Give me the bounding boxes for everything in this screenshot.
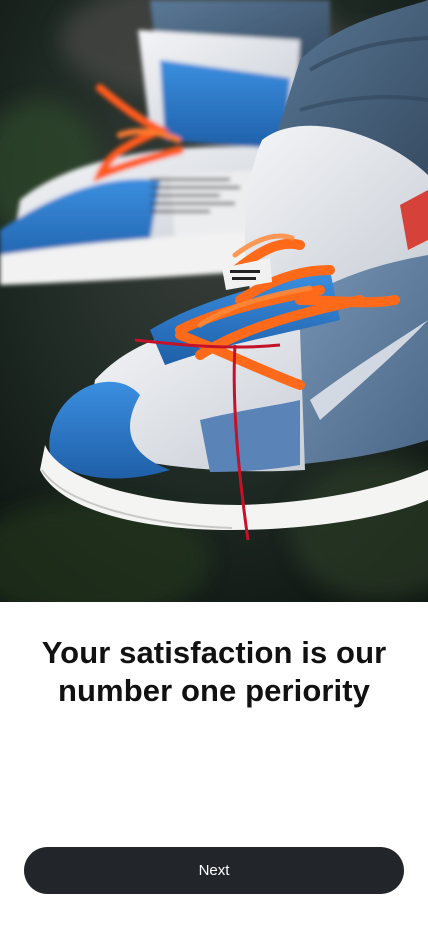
hero-image: [0, 0, 428, 602]
next-button[interactable]: Next: [24, 847, 404, 894]
onboarding-headline: Your satisfaction is our number one peri…: [41, 635, 387, 708]
onboarding-screen: Your satisfaction is our number one peri…: [0, 0, 428, 926]
sneakers-photo: [0, 0, 428, 602]
